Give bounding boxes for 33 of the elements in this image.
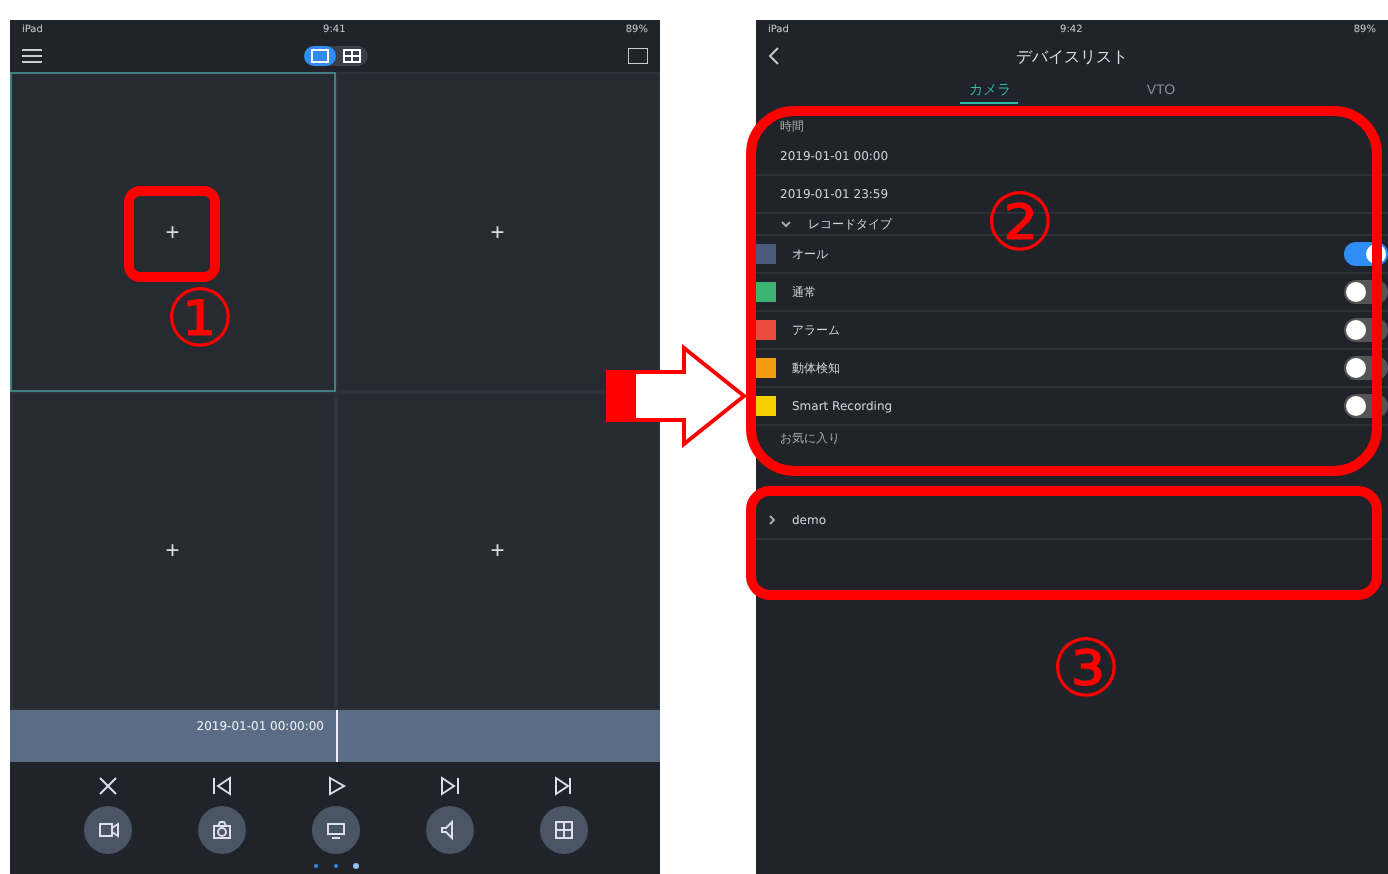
end-icon: [551, 774, 575, 798]
camera-button[interactable]: [197, 806, 245, 854]
grid-button[interactable]: [539, 806, 587, 854]
add-camera-button[interactable]: +: [486, 536, 509, 565]
stream-button[interactable]: [311, 806, 359, 854]
menu-icon[interactable]: [22, 48, 42, 64]
chevron-icon[interactable]: [780, 218, 792, 230]
video-button[interactable]: [83, 806, 131, 854]
play-icon: [323, 774, 347, 798]
video-cell[interactable]: +: [335, 72, 660, 391]
add-camera-button[interactable]: +: [161, 536, 184, 565]
screen-title: デバイスリスト: [1016, 45, 1128, 67]
chevron-icon: [768, 514, 776, 526]
cut-icon: [95, 774, 119, 798]
callout-number: ③: [1050, 630, 1122, 710]
highlight-frame: [124, 186, 220, 282]
add-camera-button[interactable]: +: [486, 217, 509, 246]
callout-number: ①: [164, 280, 236, 360]
video-cell[interactable]: +: [335, 391, 660, 710]
camera-icon: [209, 818, 233, 842]
speaker-button[interactable]: [425, 806, 473, 854]
step-forward-icon: [437, 774, 461, 798]
back-icon[interactable]: [768, 46, 780, 66]
add-camera-button[interactable]: +: [161, 217, 184, 246]
grid-icon: [551, 818, 575, 842]
stream-icon: [323, 818, 347, 842]
video-icon: [95, 818, 119, 842]
arrow-icon: [604, 344, 748, 448]
layout-tab[interactable]: [303, 46, 335, 66]
video-cell[interactable]: +: [10, 391, 335, 710]
fullscreen-icon[interactable]: [628, 48, 648, 64]
callout-number: ②: [984, 184, 1056, 264]
step-back-icon: [209, 774, 233, 798]
